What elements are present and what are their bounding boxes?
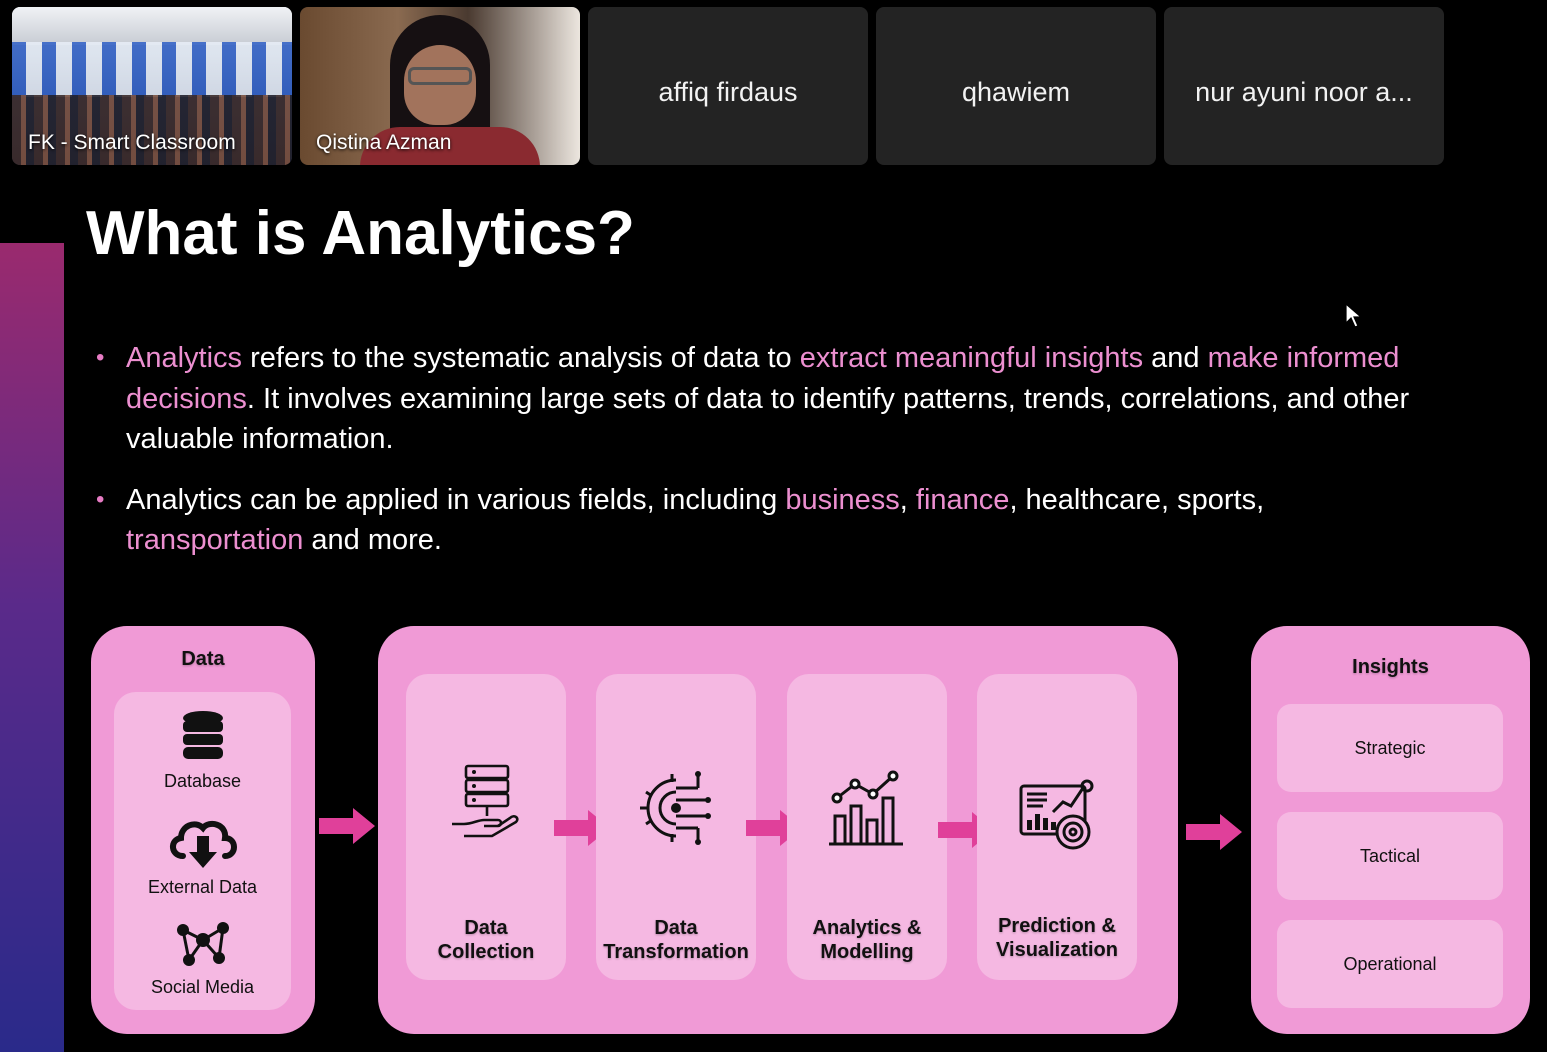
data-source-external: External Data bbox=[114, 816, 291, 898]
dashboard-icon bbox=[1019, 779, 1094, 850]
bullet-item: • Analytics refers to the systematic ana… bbox=[96, 338, 1436, 460]
network-icon bbox=[176, 922, 229, 966]
arrow-right-icon bbox=[1186, 814, 1242, 850]
participant-name: Qistina Azman bbox=[316, 131, 452, 154]
bullet-text-highlight: Analytics bbox=[126, 342, 243, 374]
data-source-label: Database bbox=[163, 771, 242, 791]
bullet-text-highlight: finance bbox=[915, 483, 1010, 516]
step-label: Analytics & Modelling bbox=[787, 916, 947, 964]
data-source-database: Database bbox=[114, 710, 291, 792]
step-label: Prediction & Visualization bbox=[977, 914, 1137, 962]
bullet-text: and more. bbox=[303, 524, 442, 556]
data-source-label: Social Media bbox=[150, 977, 255, 997]
participant-tile-affiq-firdaus[interactable]: affiq firdaus bbox=[588, 7, 868, 165]
bullet-marker: • bbox=[96, 344, 105, 371]
bullet-item: • Analytics can be applied in various fi… bbox=[96, 480, 1436, 561]
bar-chart-icon bbox=[829, 770, 903, 846]
slide-title: What is Analytics? bbox=[86, 199, 635, 268]
participant-name: affiq firdaus bbox=[658, 77, 798, 107]
bullet-marker: • bbox=[96, 485, 105, 513]
bullet-text-highlight: transportation bbox=[126, 524, 304, 556]
participant-tile-fk-smart-classroom[interactable]: FK - Smart Classroom bbox=[12, 7, 292, 165]
participant-name: nur ayuni noor a... bbox=[1195, 77, 1413, 107]
video-feed-background bbox=[12, 7, 292, 45]
cloud-download-icon bbox=[169, 820, 237, 868]
video-feed-person bbox=[404, 45, 476, 125]
bullet-text-highlight: business bbox=[785, 483, 900, 516]
insight-tactical: Tactical bbox=[1277, 812, 1503, 900]
insights-panel: Insights Strategic Tactical Operational bbox=[1251, 626, 1530, 1034]
data-panel-title: Data bbox=[181, 648, 225, 670]
step-data-transformation: Data Transformation bbox=[596, 674, 756, 980]
insights-panel-title: Insights bbox=[1352, 656, 1429, 678]
video-feed-background bbox=[12, 42, 292, 97]
participant-tile-nur-ayuni[interactable]: nur ayuni noor a... bbox=[1164, 7, 1444, 165]
bullet-text: , bbox=[899, 483, 916, 516]
insight-operational: Operational bbox=[1277, 920, 1503, 1008]
step-data-collection: Data Collection bbox=[406, 674, 566, 980]
gear-circuit-icon bbox=[640, 771, 711, 845]
step-label-line: Analytics & bbox=[812, 917, 922, 939]
bullet-list: • Analytics refers to the systematic ana… bbox=[96, 338, 1436, 581]
data-sources-box: Database External Data Social Media bbox=[114, 692, 291, 1010]
participant-name: qhawiem bbox=[961, 77, 1071, 107]
participant-tile-qistina-azman[interactable]: Qistina Azman bbox=[300, 7, 580, 165]
step-label-line: Modelling bbox=[820, 941, 914, 963]
step-prediction-visualization: Prediction & Visualization bbox=[977, 674, 1137, 980]
step-label-line: Data bbox=[654, 917, 698, 939]
step-label-line: Prediction & bbox=[998, 915, 1116, 937]
insight-strategic: Strategic bbox=[1277, 704, 1503, 792]
bullet-text: refers to the systematic analysis of dat… bbox=[242, 342, 800, 374]
bullet-text: and bbox=[1143, 342, 1208, 374]
arrow-right-icon bbox=[319, 808, 375, 844]
step-label-line: Data bbox=[464, 917, 508, 939]
participant-name: FK - Smart Classroom bbox=[28, 131, 236, 154]
bullet-text: . It involves examining large sets of da… bbox=[126, 382, 1410, 456]
participant-tile-qhawiem[interactable]: qhawiem bbox=[876, 7, 1156, 165]
mouse-cursor-icon bbox=[1345, 303, 1363, 328]
database-icon bbox=[182, 711, 223, 759]
data-panel: Data Database External Data Social Media bbox=[91, 626, 315, 1034]
server-hand-icon bbox=[452, 764, 519, 838]
data-source-label: External Data bbox=[147, 877, 258, 897]
bullet-text-highlight: extract meaningful insights bbox=[799, 342, 1144, 374]
process-panel: Data Collection Data Transformation Anal… bbox=[378, 626, 1178, 1034]
step-label-line: Collection bbox=[437, 941, 535, 963]
step-label: Data Collection bbox=[406, 916, 566, 964]
video-feed-person bbox=[408, 67, 472, 85]
step-label-line: Visualization bbox=[996, 939, 1118, 961]
step-label: Data Transformation bbox=[596, 916, 756, 964]
step-analytics-modelling: Analytics & Modelling bbox=[787, 674, 947, 980]
bullet-text: Analytics can be applied in various fiel… bbox=[126, 483, 786, 516]
slide-accent-bar bbox=[0, 243, 64, 1052]
step-label-line: Transformation bbox=[603, 941, 749, 963]
bullet-text: , healthcare, sports, bbox=[1009, 483, 1265, 516]
data-source-social: Social Media bbox=[114, 916, 291, 998]
